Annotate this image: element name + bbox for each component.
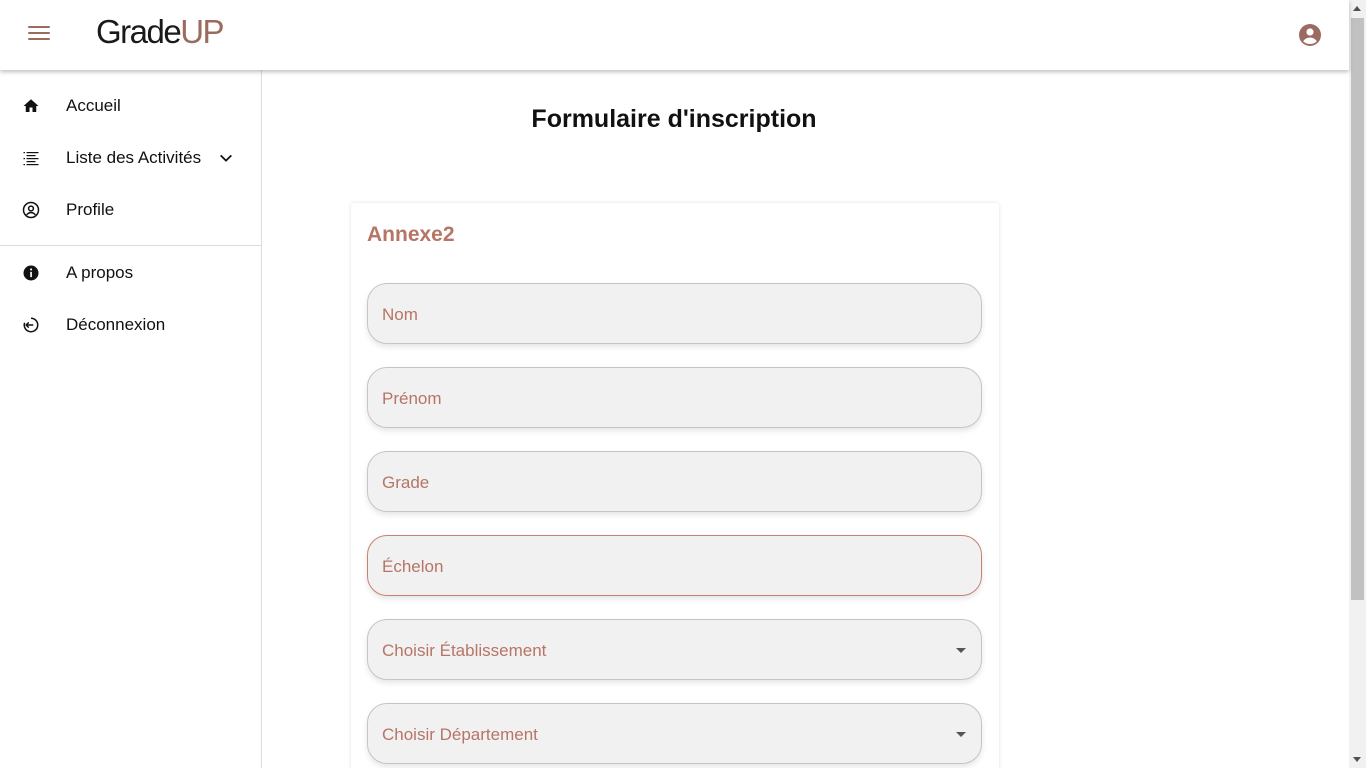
- grade-placeholder: Grade: [382, 473, 430, 492]
- grade-field[interactable]: Grade: [367, 451, 982, 512]
- info-icon: [22, 264, 40, 282]
- card-title: Annexe2: [367, 223, 455, 246]
- sidebar-item-label: A propos: [66, 263, 134, 282]
- scroll-down-arrow-icon[interactable]: [1353, 757, 1361, 762]
- sidebar-item-label: Liste des Activités: [66, 148, 202, 167]
- dropdown-arrow-icon: [956, 648, 966, 653]
- sidebar-item-accueil[interactable]: Accueil: [0, 80, 261, 132]
- sidebar-item-label: Profile: [66, 200, 115, 219]
- nom-placeholder: Nom: [382, 305, 418, 324]
- echelon-placeholder: Échelon: [382, 557, 444, 576]
- home-icon: [22, 97, 40, 115]
- sidebar-item-a-propos[interactable]: A propos: [0, 247, 261, 299]
- account-circle-icon[interactable]: [1298, 23, 1322, 47]
- top-app-bar: GradeUP: [0, 0, 1349, 70]
- sidebar-item-label: Accueil: [66, 96, 121, 115]
- dropdown-arrow-icon: [956, 732, 966, 737]
- sidebar-item-liste-activites[interactable]: Liste des Activités: [0, 132, 261, 184]
- logo-text-grade: Grade: [96, 13, 182, 50]
- main-content: Formulaire d'inscription Annexe2 Nom Pré…: [262, 70, 1349, 768]
- hamburger-menu-icon[interactable]: [28, 26, 50, 42]
- etablissement-placeholder: Choisir Établissement: [382, 641, 547, 660]
- scrollbar-thumb[interactable]: [1351, 18, 1364, 600]
- sidebar-item-label: Déconnexion: [66, 315, 166, 334]
- scroll-up-arrow-icon[interactable]: [1353, 6, 1361, 11]
- chevron-down-icon[interactable]: [218, 150, 234, 166]
- sidebar-item-deconnexion[interactable]: Déconnexion: [0, 299, 261, 351]
- registration-form-card: Annexe2 Nom Prénom Grade Échelon Choisir…: [351, 203, 999, 768]
- page-title: Formulaire d'inscription: [531, 105, 817, 133]
- etablissement-select[interactable]: Choisir Établissement: [367, 619, 982, 680]
- departement-placeholder: Choisir Département: [382, 725, 538, 744]
- departement-select[interactable]: Choisir Département: [367, 703, 982, 764]
- sidebar-item-profile[interactable]: Profile: [0, 184, 261, 236]
- list-icon: [22, 149, 40, 167]
- logo-text-up: UP: [180, 13, 224, 50]
- nom-field[interactable]: Nom: [367, 283, 982, 344]
- echelon-field[interactable]: Échelon: [367, 535, 982, 596]
- app-logo[interactable]: GradeUP: [96, 12, 225, 52]
- prenom-placeholder: Prénom: [382, 389, 442, 408]
- logout-icon: [22, 316, 40, 334]
- sidebar-divider: [0, 245, 261, 246]
- account-circle-outline-icon: [22, 201, 40, 219]
- sidebar-nav: Accueil Liste des Activités Profile A pr…: [0, 70, 262, 768]
- prenom-field[interactable]: Prénom: [367, 367, 982, 428]
